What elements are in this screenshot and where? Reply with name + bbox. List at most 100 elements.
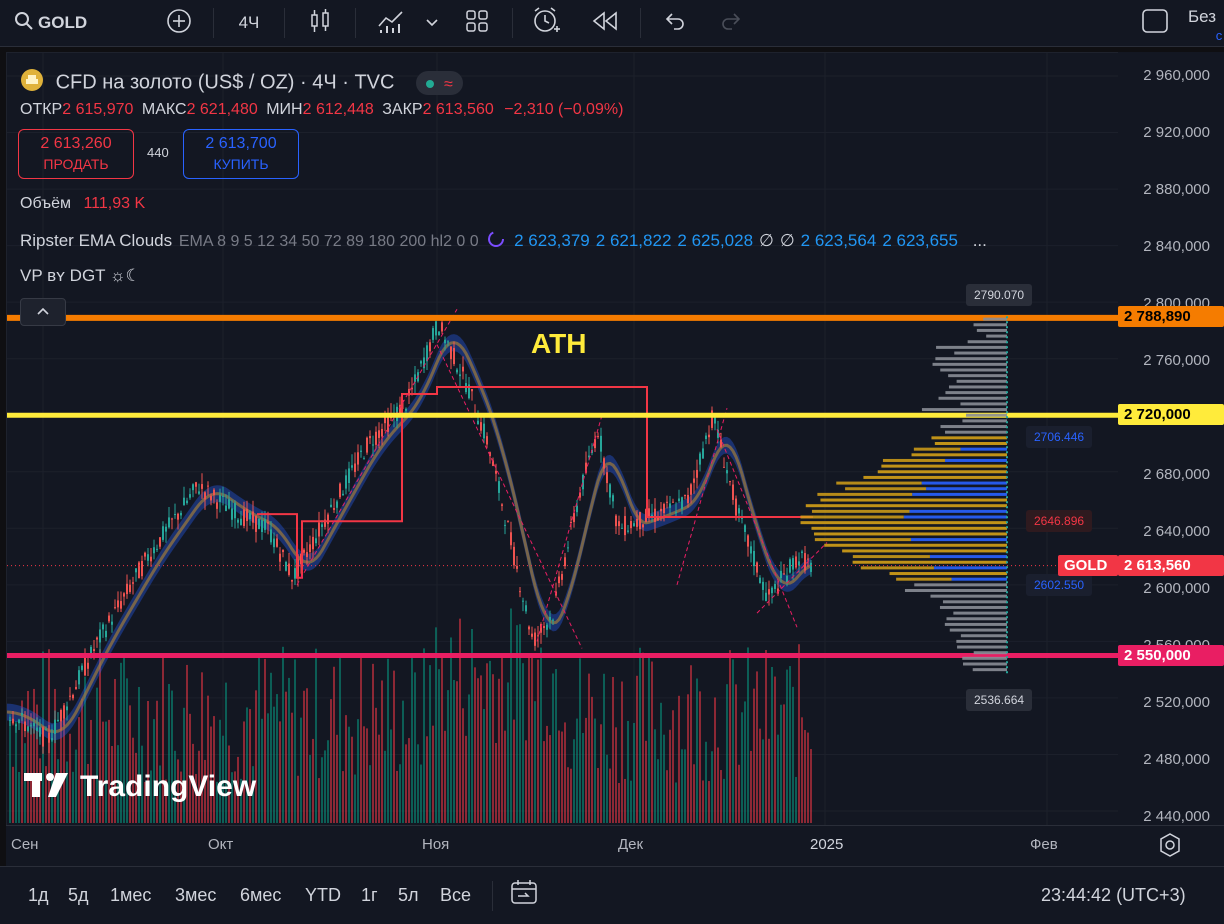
status-pill[interactable]: ≈ — [416, 71, 463, 95]
volume-bar — [294, 659, 296, 823]
interval-button[interactable]: 4Ч — [228, 0, 270, 46]
volume-bar — [717, 747, 719, 823]
range-button-2[interactable]: 1мес — [110, 867, 151, 924]
volume-bar — [549, 735, 551, 823]
replay-button[interactable] — [588, 0, 622, 46]
candle-body — [240, 518, 242, 526]
vp-bar — [956, 639, 1007, 643]
indicator-more[interactable]: ... — [973, 231, 987, 250]
candle-body — [291, 579, 293, 582]
volume-bar — [303, 690, 305, 823]
time-axis[interactable]: Сен Окт Ноя Дек 2025 Фев — [6, 825, 1224, 866]
candle-body — [696, 469, 698, 478]
date-range-button[interactable] — [508, 867, 540, 924]
vp-bar — [860, 566, 934, 570]
volume-bar — [468, 694, 470, 823]
volume-row[interactable]: Объём 111,93 K — [20, 195, 145, 213]
candle-body — [729, 481, 731, 483]
volume-bar — [471, 628, 473, 823]
candle-body — [756, 562, 758, 573]
range-button-8[interactable]: Все — [440, 867, 471, 924]
range-button-5[interactable]: YTD — [305, 867, 341, 924]
volume-bar — [780, 704, 782, 823]
fullscreen-button[interactable] — [1138, 0, 1172, 46]
vp-bar — [938, 396, 1007, 400]
candle-body — [624, 516, 626, 536]
close-label: ЗАКР — [382, 101, 423, 118]
volume-bar — [531, 654, 533, 823]
candle-body — [768, 589, 770, 595]
candle-body — [333, 508, 335, 510]
price-axis[interactable]: 2 960,000 2 920,000 2 880,000 2 840,000 2 80… — [1118, 52, 1224, 825]
chart-pane[interactable] — [6, 52, 1120, 827]
candle-body — [780, 570, 782, 579]
legend-title[interactable]: CFD на золото (US$ / OZ) · 4Ч · TVC — [56, 71, 395, 93]
volume-bar — [738, 764, 740, 823]
vp-bar — [963, 662, 1007, 666]
volume-bar — [462, 708, 464, 823]
plus-circle-icon — [166, 8, 192, 39]
undo-button[interactable] — [658, 0, 690, 46]
candle-body — [735, 498, 737, 516]
settings-gear-icon[interactable] — [1158, 833, 1182, 862]
volume-bar — [621, 681, 623, 823]
redo-button[interactable] — [716, 0, 748, 46]
volume-bar — [189, 713, 191, 823]
candle-body — [684, 495, 686, 497]
vp-bar — [956, 379, 1007, 383]
level-orange-tag: 2 788,890 — [1118, 306, 1224, 327]
volume-bar — [504, 730, 506, 823]
volume-label: Объём — [20, 195, 71, 212]
layouts-button[interactable] — [460, 0, 494, 46]
symbol-search-button[interactable]: GOLD — [14, 0, 106, 46]
candle-body — [702, 448, 704, 459]
volume-bar — [555, 669, 557, 823]
candle-body — [48, 732, 50, 743]
candle-body — [597, 436, 599, 438]
chevron-down-icon[interactable] — [422, 0, 442, 46]
range-button-0[interactable]: 1д — [28, 867, 49, 924]
candle-body — [282, 549, 284, 553]
vp-bar — [932, 362, 1007, 366]
volume-bar — [795, 776, 797, 823]
tradingview-watermark[interactable]: TradingView — [22, 770, 256, 804]
range-button-3[interactable]: 3мес — [175, 867, 216, 924]
range-button-1[interactable]: 5д — [68, 867, 89, 924]
vp-indicator-label[interactable]: VP ʙʏ DGT ☼☾ — [20, 266, 141, 286]
chart-type-button[interactable] — [303, 0, 337, 46]
candle-body — [753, 550, 755, 567]
candle-body — [147, 554, 149, 561]
close-value: 2 613,560 — [422, 101, 494, 118]
volume-bar — [753, 688, 755, 823]
volume-bar — [669, 729, 671, 823]
compare-add-button[interactable] — [162, 0, 196, 46]
range-button-7[interactable]: 5л — [398, 867, 419, 924]
alert-button[interactable] — [528, 0, 564, 46]
range-button-6[interactable]: 1г — [361, 867, 378, 924]
collapse-legend-button[interactable] — [20, 298, 66, 326]
volume-bar — [645, 740, 647, 823]
clock-timezone[interactable]: 23:44:42 (UTC+3) — [1041, 867, 1186, 924]
chart-canvas[interactable] — [7, 53, 1119, 826]
buy-button[interactable]: 2 613,700 КУПИТЬ — [183, 129, 299, 179]
volume-bar — [342, 771, 344, 823]
candle-body — [708, 434, 710, 438]
volume-bar — [81, 698, 83, 823]
candle-body — [510, 532, 512, 546]
volume-bar — [444, 730, 446, 823]
indicator-row[interactable]: Ripster EMA Clouds EMA 8 9 5 12 34 50 72… — [20, 230, 987, 253]
candle-body — [114, 607, 116, 609]
price-tick-label: 2 880,000 — [1143, 181, 1210, 198]
candle-body — [210, 495, 212, 501]
candle-body — [504, 524, 506, 526]
volume-bar — [768, 738, 770, 823]
high-value: 2 621,480 — [186, 101, 258, 118]
vp-bar — [921, 481, 1007, 485]
indicators-button[interactable] — [372, 0, 412, 46]
candle-body — [372, 444, 374, 446]
candle-body — [351, 465, 353, 468]
ohlc-row: ОТКР2 615,970 МАКС2 621,480 МИН2 612,448… — [20, 101, 623, 119]
range-button-4[interactable]: 6мес — [240, 867, 281, 924]
sell-button[interactable]: 2 613,260 ПРОДАТЬ — [18, 129, 134, 179]
vp-bar — [926, 487, 1007, 491]
